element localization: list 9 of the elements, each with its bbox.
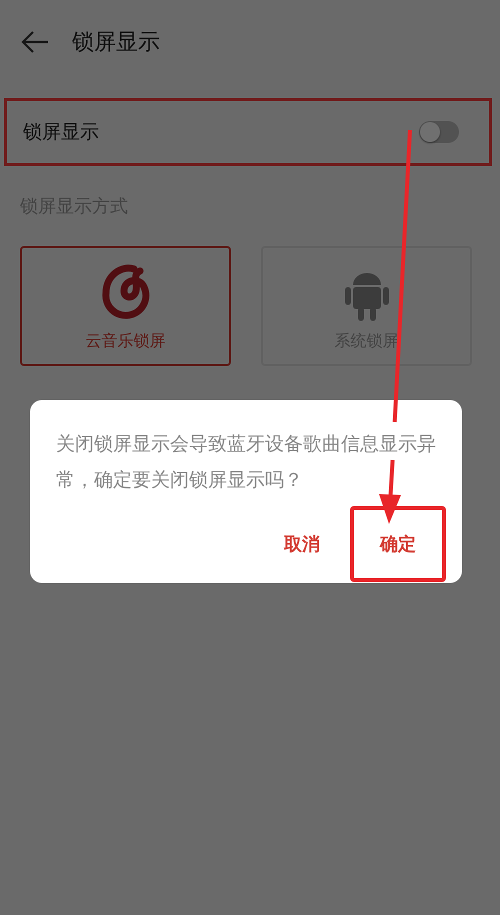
dialog-button[interactable]: 确定 xyxy=(374,524,422,564)
mode-card[interactable]: 云音乐锁屏 xyxy=(20,246,231,366)
setting-label: 锁屏显示 xyxy=(23,120,99,145)
toggle-switch[interactable] xyxy=(419,121,459,143)
page-title: 锁屏显示 xyxy=(72,29,160,57)
dialog-message: 关闭锁屏显示会导致蓝牙设备歌曲信息显示异常，确定要关闭锁屏显示吗？ xyxy=(56,432,437,493)
mode-label: 云音乐锁屏 xyxy=(86,330,166,352)
back-icon[interactable] xyxy=(20,30,50,54)
dialog-button[interactable]: 取消 xyxy=(278,524,326,564)
